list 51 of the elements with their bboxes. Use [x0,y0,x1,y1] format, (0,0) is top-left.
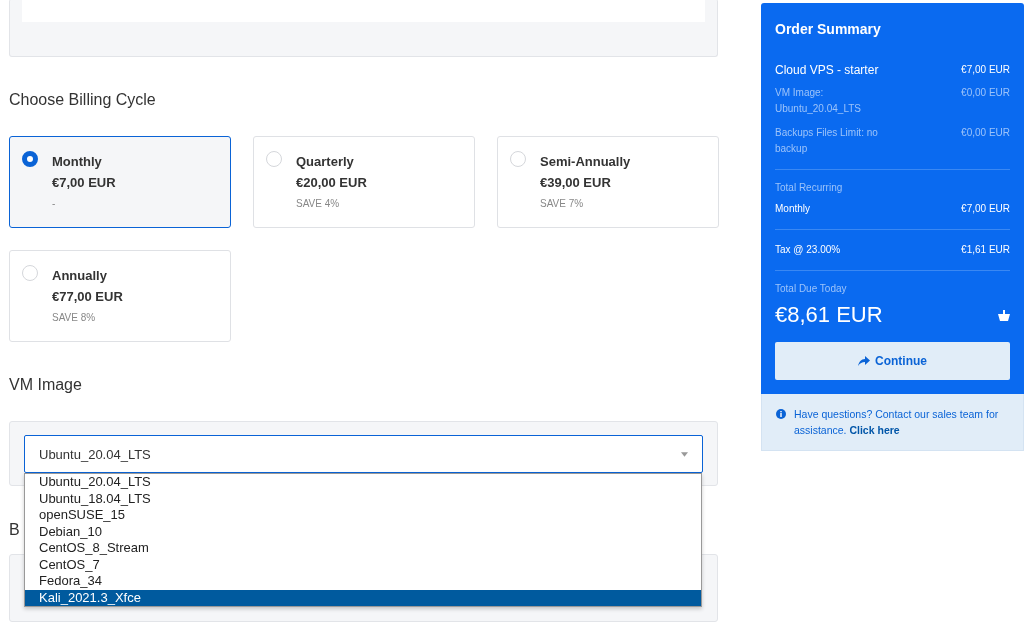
dropdown-option[interactable]: CentOS_7 [25,556,701,573]
line-label: Backups Files Limit: no backup [775,126,879,156]
basket-icon [998,309,1010,321]
share-arrow-icon [858,356,870,366]
dropdown-option[interactable]: Ubuntu_20.04_LTS [25,474,701,491]
cycle-name: Annually [52,268,108,284]
line-price: €0,00 EUR [961,126,1010,140]
billing-option[interactable]: Semi-Annually €39,00 EUR SAVE 7% [497,136,719,228]
dropdown-option[interactable]: Fedora_34 [25,573,701,590]
cycle-note: SAVE 8% [52,312,97,323]
tax-label: Tax @ 23.00% [775,243,841,257]
cycle-note: SAVE 7% [540,198,585,209]
cycle-name: Semi-Annually [540,154,631,170]
continue-button[interactable]: Continue [775,342,1010,380]
line-price: €0,00 EUR [961,86,1010,100]
recurring-price: €7,00 EUR [961,202,1010,216]
section-heading: Choose Billing Cycle [9,90,157,110]
line-label: Cloud VPS - starter [775,62,879,78]
section-heading: B [9,520,20,540]
cycle-price: €7,00 EUR [52,175,116,191]
billing-option[interactable]: Annually €77,00 EUR SAVE 8% [9,250,231,342]
cycle-name: Monthly [52,154,103,170]
cycle-price: €77,00 EUR [52,289,123,305]
image-select[interactable]: Ubuntu_20.04_LTS [24,435,703,473]
dropdown-option[interactable]: CentOS_8_Stream [25,540,701,557]
radio-button[interactable] [22,151,38,167]
cycle-price: €39,00 EUR [540,175,612,191]
help-text: Have questions? Contact our sales team for assistance. Click here [794,407,1000,438]
billing-option[interactable]: Quarterly €20,00 EUR SAVE 4% [253,136,475,228]
cycle-price: €20,00 EUR [296,175,367,191]
due-title: Total Due Today [775,283,848,294]
info-icon [776,409,786,419]
cycle-note: SAVE 4% [296,198,341,209]
summary-title: Order Summary [775,21,882,37]
cycle-note: - [52,198,57,209]
help-link[interactable]: Click here [849,424,900,436]
dropdown-option[interactable]: openSUSE_15 [25,507,701,524]
recurring-label: Monthly [775,202,810,216]
recurring-title: Total Recurring [775,182,844,193]
select-value: Ubuntu_20.04_LTS [39,446,151,462]
section-heading: VM Image [9,375,83,395]
cycle-name: Quarterly [296,154,355,170]
dropdown-option[interactable]: Ubuntu_18.04_LTS [25,490,701,507]
tax-price: €1,61 EUR [961,243,1010,257]
billing-option[interactable]: Monthly €7,00 EUR - [9,136,231,228]
line-label: VM Image: Ubuntu_20.04_LTS [775,86,862,116]
caret-icon [681,451,688,457]
dropdown-option[interactable]: Kali_2021.3_Xfce [25,589,701,606]
total-amount: €8,61 EUR [775,302,883,328]
line-price: €7,00 EUR [961,63,1010,77]
dropdown-option[interactable]: Debian_10 [25,523,701,540]
